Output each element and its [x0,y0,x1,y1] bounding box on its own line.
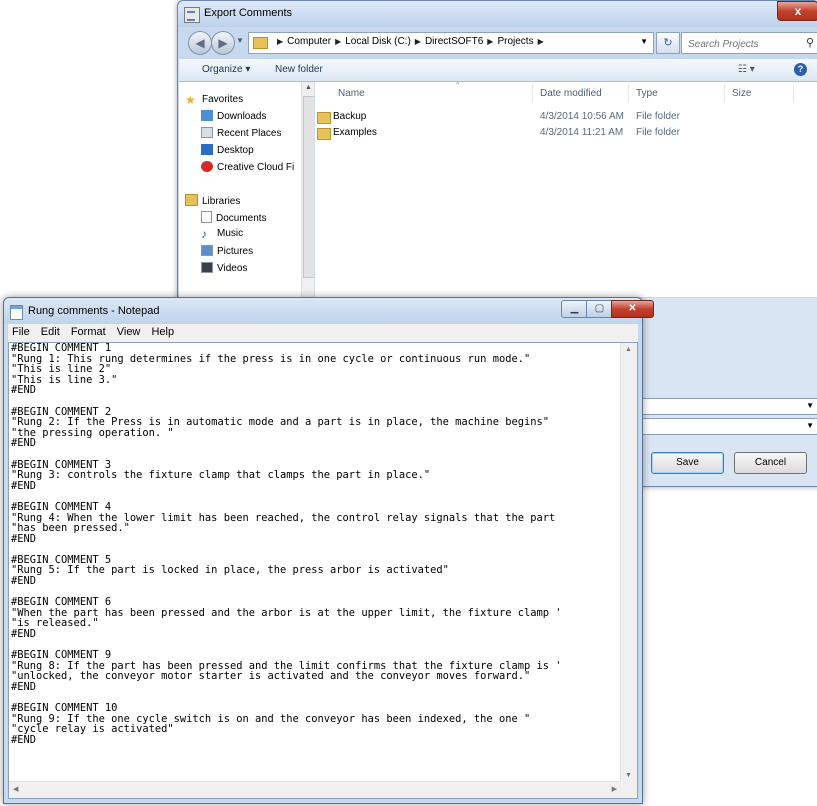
file-date: 4/3/2014 10:56 AM [540,111,624,122]
menu-view[interactable]: View [117,326,141,338]
resize-grip[interactable] [621,782,637,798]
notepad-window: Rung comments - Notepad ▁ ▢ ✕ File Edit … [3,297,654,804]
column-header-size[interactable]: Size [732,88,751,99]
dialog-title: Export Comments [204,7,293,19]
menu-bar: File Edit Format View Help [8,324,638,342]
save-as-type-combobox[interactable]: ▼ [640,418,817,435]
file-row[interactable]: Backup 4/3/2014 10:56 AM File folder [315,109,817,125]
dialog-close-button[interactable]: x [777,1,817,21]
column-header-date-modified[interactable]: Date modified [540,88,602,99]
breadcrumb: ▶ Computer ▶ Local Disk (C:) ▶ DirectSOFT6 ▶ Pr… [277,36,544,47]
nav-item-downloads[interactable]: Downloads [201,110,266,122]
menu-format[interactable]: Format [71,326,106,338]
file-name: Examples [333,127,377,138]
navigation-pane: ★ Favorites Downloads Recent Places Deskt… [179,82,315,297]
editor-text[interactable]: #BEGIN COMMENT 1 "Rung 1: This rung dete… [11,343,562,746]
vertical-scrollbar[interactable]: ▲ ▼ [620,343,637,782]
file-row[interactable]: Examples 4/3/2014 11:21 AM File folder [315,125,817,141]
maximize-button[interactable]: ▢ [586,300,613,318]
nav-favorites[interactable]: ★ Favorites [185,94,243,106]
notepad-title-bar[interactable]: Rung comments - Notepad [4,298,642,324]
nav-item-videos[interactable]: Videos [201,262,247,274]
breadcrumb-item-directsoft6[interactable]: DirectSOFT6 [425,36,483,47]
text-editor[interactable]: #BEGIN COMMENT 1 "Rung 1: This rung dete… [8,342,638,799]
minimize-button[interactable]: ▁ [561,300,588,318]
nav-item-documents[interactable]: Documents [201,211,267,224]
close-button[interactable]: ✕ [611,300,654,318]
nav-scroll-thumb[interactable] [303,96,314,278]
breadcrumb-item-local-disk[interactable]: Local Disk (C:) [345,36,411,47]
breadcrumb-item-computer[interactable]: Computer [287,36,331,47]
sort-ascending-icon: ^ [456,82,460,89]
folder-icon [317,128,331,140]
breadcrumb-item-projects[interactable]: Projects [497,36,533,47]
file-type: File folder [636,111,680,122]
nav-item-music[interactable]: ♪ Music [201,227,243,241]
nav-item-recent-places[interactable]: Recent Places [201,127,281,139]
desktop-icon [201,144,213,155]
recent-locations-dropdown-icon[interactable]: ▼ [236,36,244,45]
music-icon: ♪ [201,227,207,241]
nav-libraries[interactable]: Libraries [185,194,240,207]
folder-icon [317,112,331,124]
nav-item-pictures[interactable]: Pictures [201,245,253,257]
change-view-icon[interactable]: ☷ ▾ [738,64,755,75]
documents-icon [201,211,212,223]
scroll-right-icon[interactable]: ▶ [612,785,617,793]
notepad-icon [10,305,23,320]
command-toolbar: Organize ▾ New folder ☷ ▾ ? [179,59,817,82]
file-name-combobox[interactable]: ▼ [640,398,817,415]
refresh-button[interactable]: ↻ [656,32,680,54]
file-type: File folder [636,127,680,138]
menu-edit[interactable]: Edit [41,326,60,338]
help-icon[interactable]: ? [794,63,807,76]
cancel-button[interactable]: Cancel [734,452,807,474]
address-dropdown-icon[interactable]: ▼ [640,37,648,46]
notepad-title: Rung comments - Notepad [28,305,160,317]
new-folder-button[interactable]: New folder [275,64,323,75]
search-box: ⚲ [681,32,817,54]
recent-places-icon [201,127,213,138]
column-header-name[interactable]: Name [338,88,365,99]
menu-help[interactable]: Help [151,326,174,338]
chevron-down-icon[interactable]: ▼ [806,401,814,410]
forward-button[interactable]: ▶ [211,31,235,55]
file-list: ^ Name Date modified Type Size Backup 4/… [315,82,817,297]
search-input[interactable] [686,35,800,53]
scroll-up-icon[interactable]: ▲ [625,346,632,353]
libraries-icon [185,194,198,206]
scroll-left-icon[interactable]: ◀ [13,785,18,793]
chevron-down-icon[interactable]: ▼ [806,421,814,430]
downloads-icon [201,110,213,121]
scroll-down-icon[interactable]: ▼ [625,772,632,779]
nav-scrollbar[interactable]: ▲ [301,82,314,297]
scroll-up-icon[interactable]: ▲ [305,84,312,91]
nav-item-creative-cloud[interactable]: Creative Cloud Fi [201,161,294,173]
menu-file[interactable]: File [12,326,30,338]
videos-icon [201,262,213,273]
column-header-type[interactable]: Type [636,88,658,99]
save-button[interactable]: Save [651,452,724,474]
file-name: Backup [333,111,367,122]
nav-item-desktop[interactable]: Desktop [201,144,254,156]
pictures-icon [201,245,213,256]
creative-cloud-icon [201,161,213,172]
dialog-title-bar[interactable]: Export Comments [178,1,817,27]
dialog-app-icon [184,7,200,23]
address-row: ◀ ▶ ▼ ▶ Computer ▶ Local Disk (C:) ▶ DirectSO… [178,27,817,57]
search-icon[interactable]: ⚲ [806,36,814,49]
back-button[interactable]: ◀ [188,31,212,55]
browser-content: ★ Favorites Downloads Recent Places Deskt… [179,82,817,297]
star-icon: ★ [185,93,196,107]
horizontal-scrollbar[interactable]: ◀ ▶ [9,781,621,798]
organize-button[interactable]: Organize ▾ [202,64,250,75]
address-bar[interactable]: ▶ Computer ▶ Local Disk (C:) ▶ DirectSOFT6 ▶ Pr… [248,32,654,54]
file-date: 4/3/2014 11:21 AM [540,127,624,138]
folder-icon [253,37,268,49]
